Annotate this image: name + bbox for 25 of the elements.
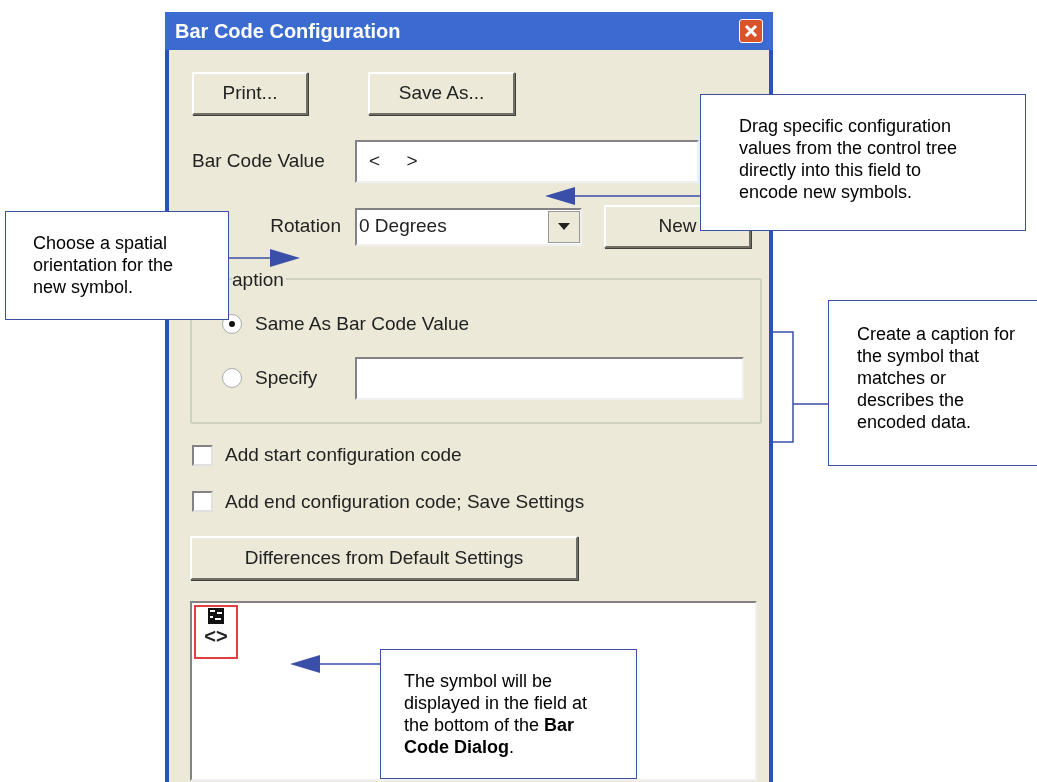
specify-field[interactable] <box>355 356 745 400</box>
checkbox[interactable] <box>192 491 213 513</box>
radio-button[interactable] <box>222 368 242 388</box>
dialog-button[interactable]: Print... <box>192 72 308 115</box>
checkbox-label: Add start configuration code <box>225 443 462 467</box>
callout-tooltip: The symbol will be displayed in the field at the bottom of the Bar Code Dialog. <box>380 649 637 779</box>
window-title: Bar Code Configuration <box>175 19 401 44</box>
callout-tooltip: Choose a spatial orientation for the new symbol. <box>5 211 229 320</box>
bar-code-value-field[interactable]: < > <box>355 140 699 183</box>
radio-label: Same As Bar Code Value <box>255 312 470 336</box>
symbol-text: <> <box>204 625 228 647</box>
close-icon <box>744 24 758 38</box>
callout-tooltip: Create a caption for the symbol that matches or describes the encoded data. <box>828 300 1037 466</box>
rotation-dropdown[interactable]: 0 Degrees <box>355 207 582 246</box>
differences-button[interactable]: Differences from Default Settings <box>190 536 578 580</box>
callout-tooltip: Drag specific configuration values from the control tree directly into this field to encode new symbols. <box>700 94 1026 231</box>
barcode-icon <box>207 607 225 625</box>
radio-label: Specify <box>255 365 318 390</box>
field-label: Rotation <box>269 214 342 239</box>
close-button[interactable] <box>739 19 763 43</box>
checkbox-label: Add end configuration code; Save Settings <box>225 489 585 514</box>
field-label: Bar Code Value <box>192 149 326 174</box>
callout-arrow <box>228 249 300 267</box>
dialog-button[interactable]: Save As... <box>368 72 515 115</box>
checkbox[interactable] <box>192 444 213 466</box>
